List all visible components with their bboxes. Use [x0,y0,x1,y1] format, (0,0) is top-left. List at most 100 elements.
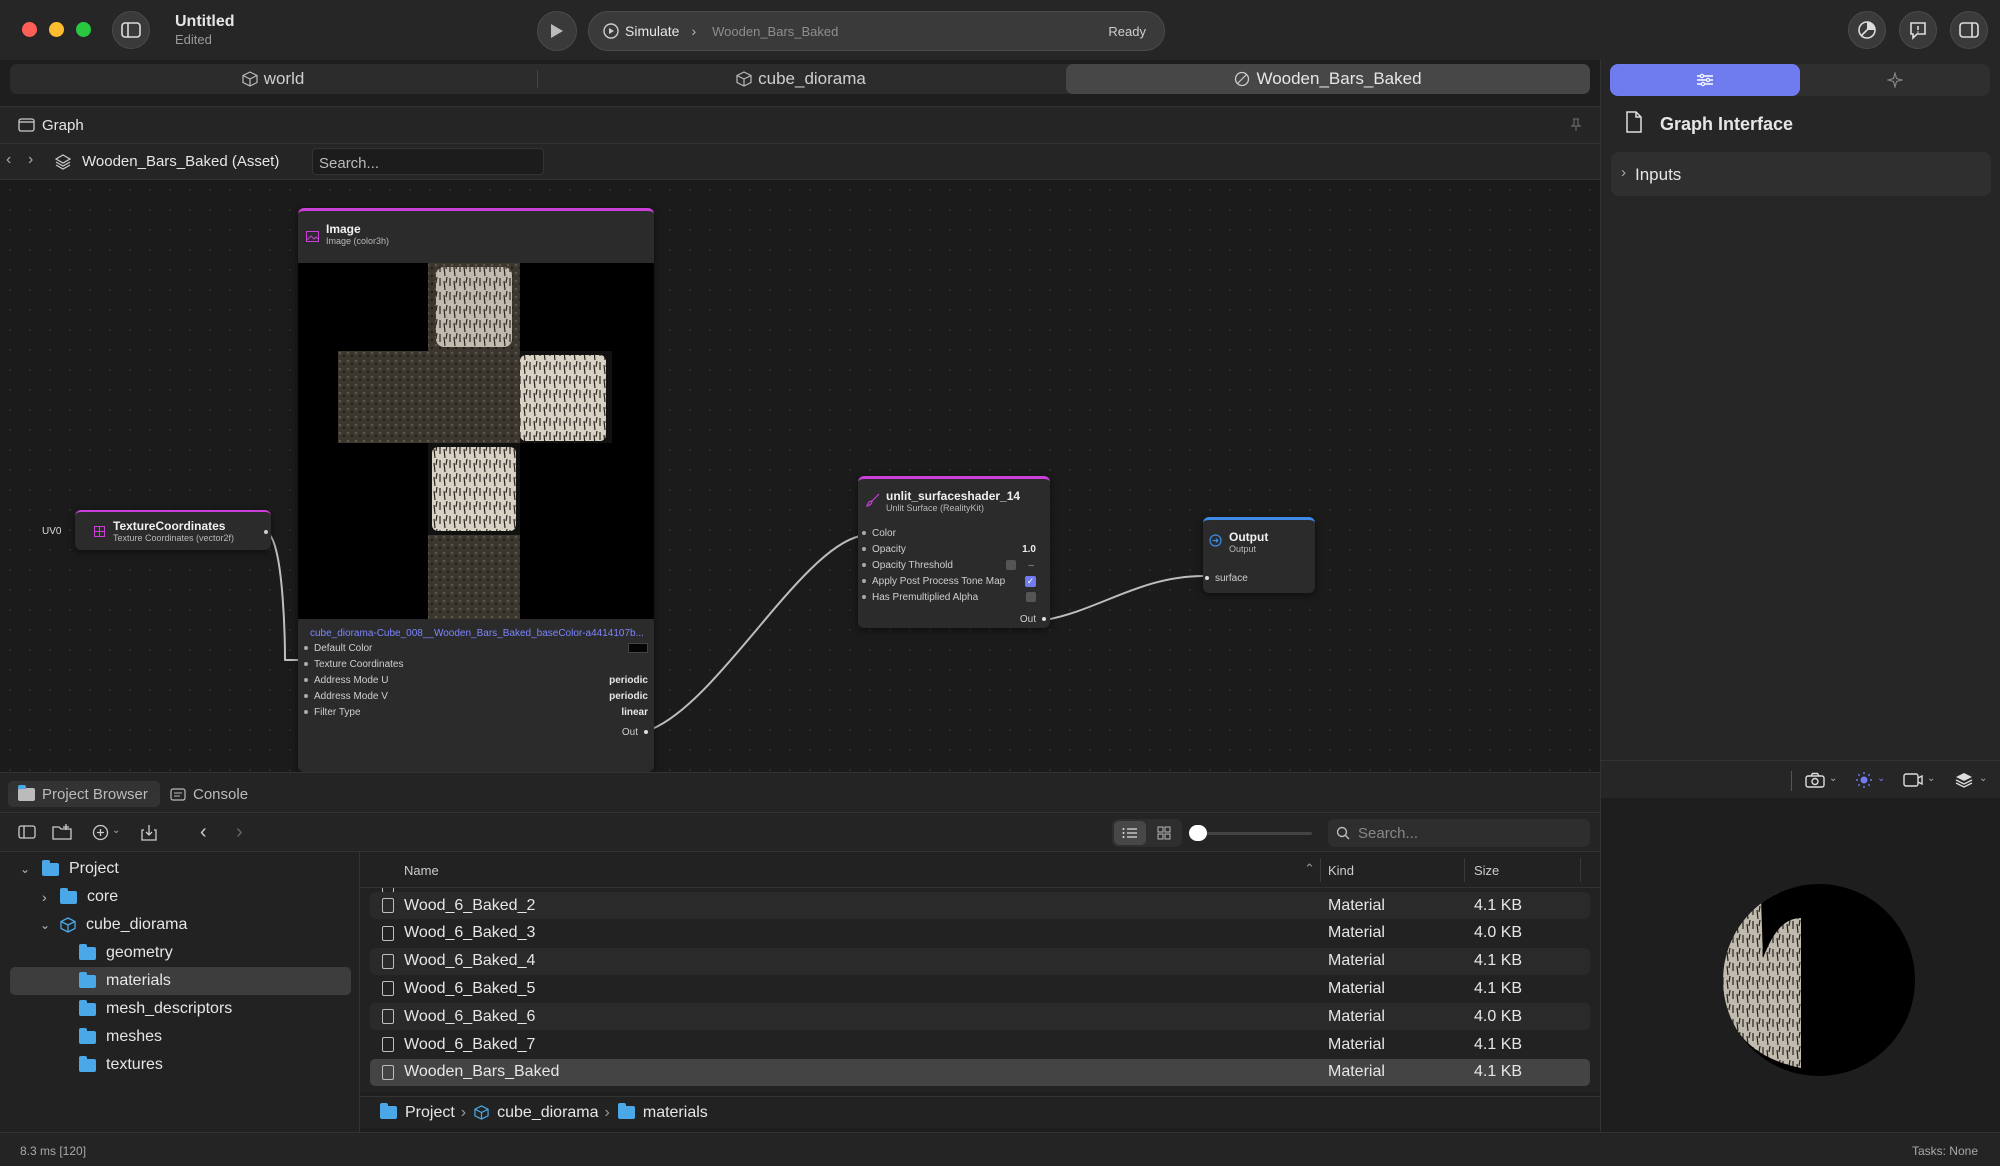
unlit-surface-shader-node[interactable]: unlit_surfaceshader_14 Unlit Surface (Re… [858,476,1050,628]
feedback-button[interactable] [1899,11,1937,49]
shader-port-premultiplied-alpha[interactable]: Has Premultiplied Alpha [862,590,1046,604]
tab-wooden-bars-baked[interactable]: Wooden_Bars_Baked [1066,64,1590,94]
chevron-down-icon[interactable]: ⌄ [1979,773,1987,784]
chevron-down-icon[interactable]: ⌄ [112,825,120,836]
dropdown-value[interactable]: periodic [609,675,648,686]
output-port[interactable] [264,530,268,534]
table-row[interactable]: Wood_6_Baked_7 Material 4.1 KB [370,1031,1590,1058]
table-row[interactable]: Wood_6_Baked_5 Material 4.1 KB [370,975,1590,1002]
sidebar-toggle-button[interactable] [112,11,150,49]
tab-world[interactable]: world [10,64,536,94]
image-port-default-color[interactable]: Default Color [304,641,648,655]
table-row[interactable]: Wood_6_Baked_2 Material 4.1 KB [370,892,1590,919]
texture-file-path[interactable]: cube_diorama-Cube_008__Wooden_Bars_Baked… [310,628,650,639]
column-header-name[interactable]: Name [404,863,439,878]
chevron-down-icon[interactable]: ⌄ [40,918,54,932]
close-window-button[interactable] [22,22,37,37]
image-port-filter-type[interactable]: Filter Type linear [304,705,648,719]
tree-item-project[interactable]: ⌄ Project [0,855,360,883]
simulate-bar[interactable]: Simulate › Wooden_Bars_Baked Ready [588,11,1165,51]
column-header-size[interactable]: Size [1474,863,1499,878]
shader-output-port[interactable]: Out [1020,612,1046,626]
uv0-input-label[interactable]: UV0 [42,526,61,537]
tab-effects[interactable] [1800,64,1990,96]
tree-item-geometry[interactable]: geometry [0,939,360,967]
threshold-checkbox[interactable] [1006,560,1017,570]
slider-thumb[interactable] [1189,825,1207,841]
path-segment[interactable]: Project [405,1104,455,1122]
tone-map-checkbox[interactable]: ✓ [1025,575,1036,587]
material-preview-button[interactable] [1848,11,1886,49]
forward-chevron-icon[interactable]: › [28,151,33,169]
chevron-down-icon[interactable]: ⌄ [1829,773,1837,784]
material-preview-viewport[interactable] [1600,798,2000,1166]
dropdown-value[interactable]: periodic [609,691,648,702]
image-port-address-mode-v[interactable]: Address Mode V periodic [304,689,648,703]
play-button[interactable] [537,11,577,51]
image-port-address-mode-u[interactable]: Address Mode U periodic [304,673,648,687]
graph-breadcrumb[interactable]: Wooden_Bars_Baked (Asset) [82,153,279,170]
list-view-button[interactable] [1114,821,1146,845]
tree-item-textures[interactable]: textures [0,1051,360,1079]
shader-port-tone-map[interactable]: Apply Post Process Tone Map ✓ [862,574,1046,588]
add-icon[interactable] [92,824,109,841]
thumbnail-size-slider[interactable] [1190,832,1312,835]
tree-item-cube-diorama[interactable]: ⌄ cube_diorama [0,911,360,939]
path-segment[interactable]: cube_diorama [497,1104,598,1122]
inputs-section[interactable]: › Inputs [1611,152,1991,196]
new-folder-icon[interactable] [52,824,72,840]
tab-project-browser[interactable]: Project Browser [8,781,160,807]
tab-cube-diorama[interactable]: cube_diorama [538,64,1064,94]
sort-chevron-up-icon[interactable]: ⌃ [1304,861,1315,877]
opacity-value[interactable]: 1.0 [1022,544,1036,555]
graph-canvas[interactable]: UV0 TextureCoordinates Texture Coordinat… [0,180,1600,772]
column-header-kind[interactable]: Kind [1328,863,1354,878]
dropdown-value[interactable]: linear [621,707,648,718]
minimize-window-button[interactable] [49,22,64,37]
texture-coordinates-node[interactable]: TextureCoordinates Texture Coordinates (… [75,510,271,550]
image-port-texture-coordinates[interactable]: Texture Coordinates [304,657,648,671]
output-port-surface[interactable]: surface [1205,571,1248,585]
package-icon [60,917,76,933]
import-icon[interactable] [141,824,157,841]
inspector-toggle-button[interactable] [1950,11,1988,49]
tree-item-core[interactable]: › core [0,883,360,911]
sidebar-icon[interactable] [18,825,36,839]
table-row[interactable]: Wood_6_Baked_4 Material 4.1 KB [370,947,1590,975]
browser-search-input[interactable]: Search... [1328,819,1590,847]
back-chevron-icon[interactable]: ‹ [200,821,207,844]
shader-port-opacity[interactable]: Opacity 1.0 [862,542,1046,556]
table-row[interactable]: Wood_6_Baked_3 Material 4.0 KB [370,920,1590,947]
table-row[interactable]: Wooden_Bars_Baked Material 4.1 KB [370,1058,1590,1086]
camera-icon[interactable] [1805,772,1825,788]
shader-port-opacity-threshold[interactable]: Opacity Threshold – [862,558,1046,572]
chevron-down-icon[interactable]: ⌄ [1877,773,1885,784]
tree-item-mesh-descriptors[interactable]: mesh_descriptors [0,995,360,1023]
folder-icon [79,1055,96,1072]
tree-item-materials[interactable]: materials [10,967,351,995]
color-swatch[interactable] [628,643,648,653]
chevron-down-icon[interactable]: ⌄ [1927,773,1935,784]
layers-icon[interactable] [1955,771,1973,789]
grid-view-button[interactable] [1148,821,1180,845]
tab-console[interactable]: Console [168,781,268,807]
path-segment[interactable]: materials [643,1104,708,1122]
image-node[interactable]: Image Image (color3h) cube_diorama-Cube_… [298,208,654,772]
output-node[interactable]: Output Output surface [1203,517,1315,593]
back-chevron-icon[interactable]: ‹ [6,151,11,169]
zoom-window-button[interactable] [76,22,91,37]
premultiplied-alpha-checkbox[interactable] [1026,592,1036,602]
table-row[interactable]: Wood_6_Baked_6 Material 4.0 KB [370,1003,1590,1031]
shader-port-color[interactable]: Color [862,526,1046,540]
chevron-down-icon[interactable]: ⌄ [20,862,34,876]
graph-search-input[interactable]: Search... [312,148,544,175]
tree-item-meshes[interactable]: meshes [0,1023,360,1051]
tab-properties[interactable] [1610,64,1800,96]
file-size: 4.0 KB [1474,924,1523,942]
pin-icon[interactable] [1570,118,1582,132]
chevron-right-icon[interactable]: › [42,889,56,905]
display-frame-icon[interactable] [1903,772,1923,788]
forward-chevron-icon[interactable]: › [236,821,243,844]
sun-icon[interactable] [1855,771,1873,789]
image-output-port[interactable]: Out [622,725,648,739]
